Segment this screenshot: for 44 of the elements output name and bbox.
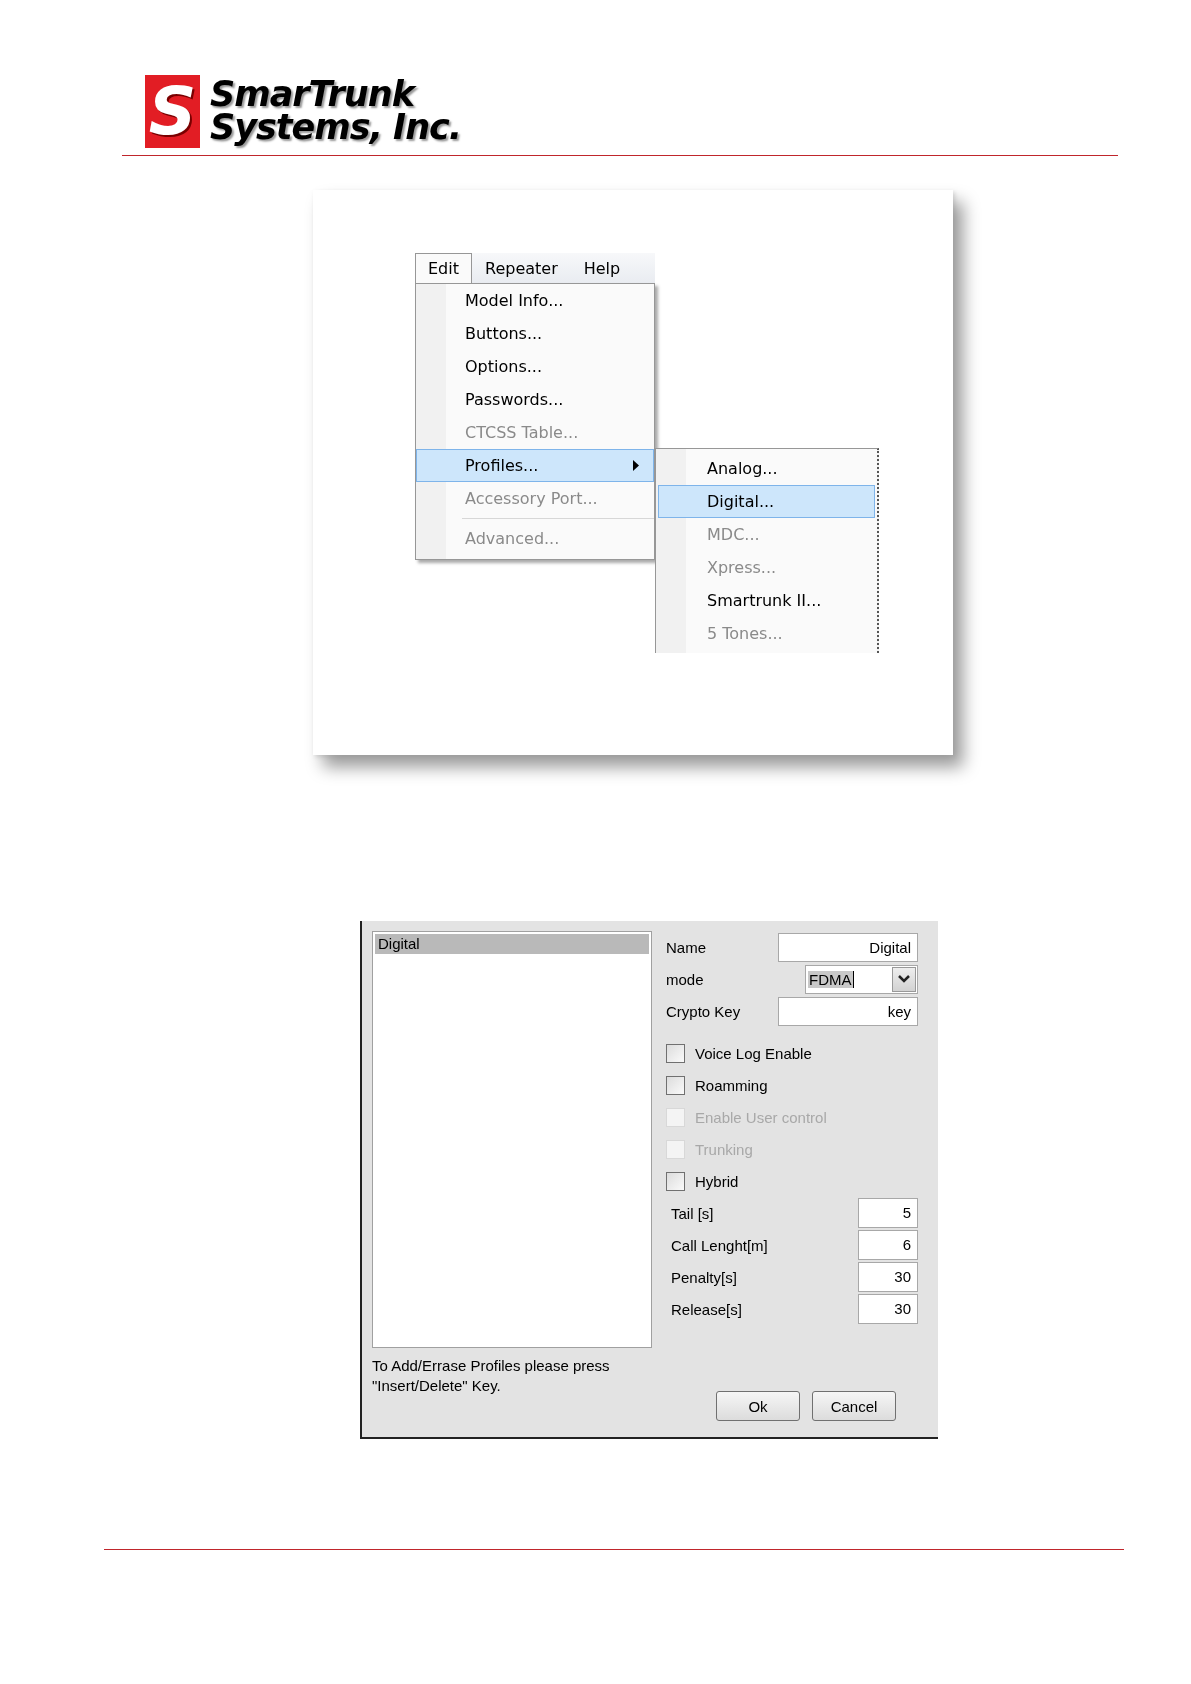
selected-value: FDMA: [808, 970, 854, 988]
dropdown-button[interactable]: [892, 966, 916, 992]
menu-item[interactable]: Digital...: [658, 485, 875, 518]
field-label: Crypto Key: [666, 1002, 741, 1020]
number-field[interactable]: 5: [858, 1198, 918, 1228]
checkbox[interactable]: [666, 1075, 685, 1095]
list-item[interactable]: Digital: [375, 934, 649, 954]
number-field[interactable]: 30: [858, 1294, 918, 1324]
checkbox[interactable]: [666, 1171, 685, 1191]
checkbox-label: Voice Log Enable: [695, 1044, 812, 1062]
menu-item[interactable]: Passwords...: [416, 383, 654, 416]
logo-text: SmarTrunk: [210, 78, 462, 111]
number-field[interactable]: 30: [858, 1262, 918, 1292]
field-label: Call Lenght[m]: [671, 1236, 768, 1254]
field-label: Release[s]: [671, 1300, 742, 1318]
menu-bar-item[interactable]: Repeater: [472, 253, 571, 283]
field-label: mode: [666, 970, 704, 988]
chevron-down-icon: [898, 975, 910, 983]
field-label: Penalty[s]: [671, 1268, 737, 1286]
menu-bar-item[interactable]: Edit: [415, 253, 472, 283]
checkbox[interactable]: [666, 1043, 685, 1063]
logo-text: Systems, Inc.: [210, 111, 462, 144]
number-field[interactable]: 6: [858, 1230, 918, 1260]
text-field[interactable]: Digital: [778, 932, 918, 962]
dropdown-field[interactable]: FDMA: [805, 964, 918, 994]
field-label: Name: [666, 938, 706, 956]
menu-bar-item[interactable]: Help: [570, 253, 634, 283]
menu-item[interactable]: Model Info...: [416, 284, 654, 317]
text-field[interactable]: key: [778, 996, 918, 1026]
field-label: Tail [s]: [671, 1204, 714, 1222]
checkbox-label: Enable User control: [695, 1108, 827, 1126]
menu-item[interactable]: Profiles...: [416, 449, 654, 482]
checkbox-label: Roamming: [695, 1076, 768, 1094]
menu-item[interactable]: Options...: [416, 350, 654, 383]
menu-item[interactable]: Analog...: [658, 452, 875, 485]
menu-item[interactable]: Smartrunk II...: [658, 584, 875, 617]
submenu-arrow-icon: [633, 460, 639, 471]
checkbox-label: Trunking: [695, 1140, 753, 1158]
menu-item[interactable]: Buttons...: [416, 317, 654, 350]
hint-text: To Add/Errase Profiles please press "Insert/Delete" Key.: [372, 1356, 611, 1396]
checkbox-label: Hybrid: [695, 1172, 739, 1190]
dialog-button[interactable]: Cancel: [812, 1391, 896, 1421]
logo-mark: S: [145, 74, 200, 148]
dialog-button[interactable]: Ok: [716, 1391, 800, 1421]
